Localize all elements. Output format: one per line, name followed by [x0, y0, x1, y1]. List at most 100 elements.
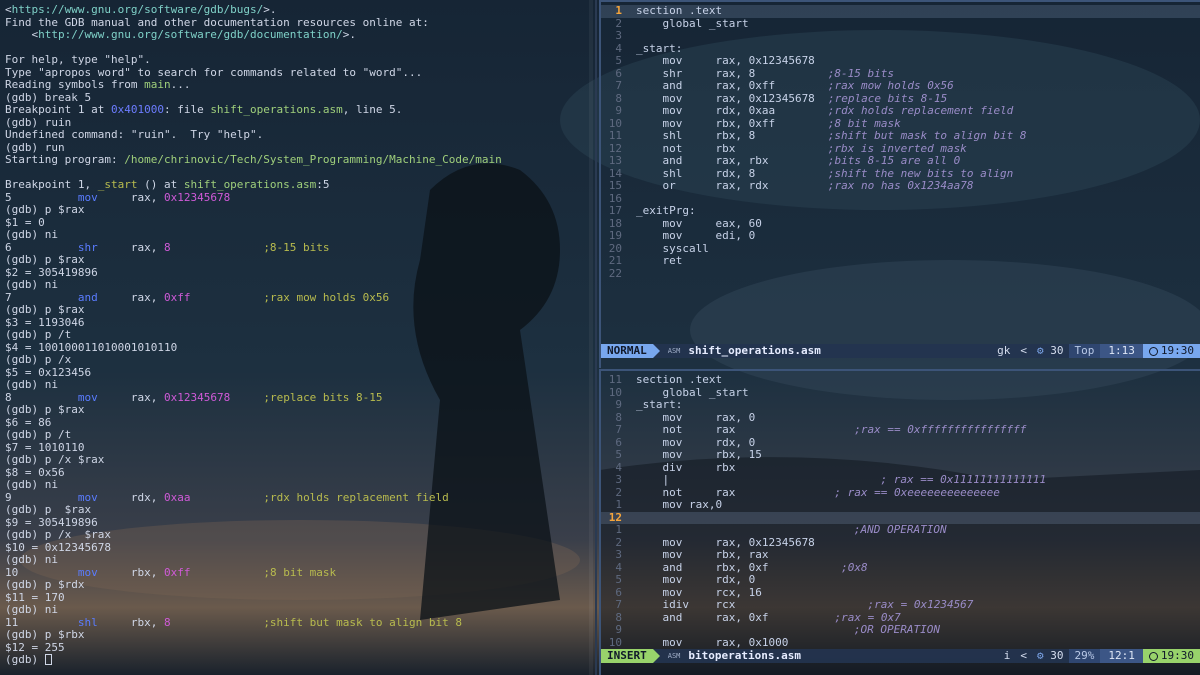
- gdb-text: rax,: [97, 240, 164, 254]
- code-line[interactable]: 22: [601, 267, 1200, 281]
- gdb-text: ;replace bits 8-15: [263, 390, 383, 404]
- filename-label: shift_operations.asm: [688, 343, 821, 357]
- code-line[interactable]: 13 and rax, rbx ;bits 8-15 are all 0: [601, 154, 1200, 168]
- gdb-line: $6 = 86: [5, 415, 595, 430]
- gdb-text: (gdb) p $rax: [5, 203, 85, 216]
- code-line[interactable]: 9 mov rdx, 0xaa ;rdx holds replacement fi…: [601, 104, 1200, 118]
- code-comment: ;rax = 0x1234567: [827, 598, 974, 611]
- line-number: 9: [615, 623, 622, 636]
- gdb-text: $6 = 86: [5, 415, 52, 429]
- code-line[interactable]: 11 shl rbx, 8 ;shift but mask to align bi…: [601, 129, 1200, 143]
- gdb-text: (gdb) ni: [5, 378, 58, 391]
- gdb-text: 8: [163, 615, 171, 629]
- gdb-text: , line 5.: [342, 103, 403, 116]
- gdb-text: >.: [342, 28, 357, 41]
- code-line[interactable]: 1 mov rax,0: [601, 498, 1200, 512]
- code-line[interactable]: 11 section .text: [601, 373, 1200, 387]
- line-number: 5: [615, 54, 622, 67]
- gdb-text: (gdb) p $rbx: [5, 628, 85, 641]
- gdb-text: Breakpoint 1,: [5, 178, 98, 191]
- code-text: mov rbx, rax: [636, 548, 769, 561]
- gdb-text: (gdb) ni: [5, 603, 58, 616]
- statusline-top: NORMAL ASM shift_operations.asm gk < ⚙ 3…: [601, 344, 1200, 358]
- code-line[interactable]: 3 mov rbx, rax: [601, 548, 1200, 562]
- code-line[interactable]: 5 mov rdx, 0: [601, 573, 1200, 587]
- gdb-text: (gdb) p /x $rax: [5, 453, 105, 466]
- code-line[interactable]: 15 or rax, rdx ;rax no has 0x1234aa78: [601, 179, 1200, 193]
- gdb-text: (gdb) run: [5, 140, 65, 154]
- editor-buffer[interactable]: 1 section .text 2 global _start 3 4 _start: 5 …: [601, 4, 1200, 281]
- cursor-position: 12:1: [1100, 649, 1143, 663]
- gdb-line: (gdb) p /x: [5, 353, 595, 367]
- editor-pane-bottom[interactable]: 11 section .text 10 global _start 9 _start: 8…: [599, 369, 1200, 675]
- code-line[interactable]: 1 ;AND OPERATION: [601, 523, 1200, 537]
- code-text: mov rax,0: [636, 498, 723, 511]
- gdb-line: 7 and rax, 0xff ;rax mow holds 0x56: [5, 291, 595, 305]
- gdb-text: 0xaa: [163, 490, 191, 504]
- code-line[interactable]: 5 mov rbx, 15: [601, 448, 1200, 462]
- gdb-terminal-pane[interactable]: <https://www.gnu.org/software/gdb/bugs/>…: [0, 0, 597, 675]
- gdb-text: _start: [97, 178, 138, 191]
- diagnostics-segment: ⚙ 30: [1032, 648, 1069, 663]
- code-text: and rax, rbx: [636, 154, 769, 167]
- gdb-line: (gdb) p /x $rax: [5, 453, 595, 467]
- gdb-text: [190, 291, 263, 304]
- gdb-line: (gdb) p /t: [5, 428, 595, 442]
- gdb-line: $4 = 100100011010001010110: [5, 341, 595, 355]
- gdb-text: [230, 391, 263, 404]
- separator-arrow: [652, 344, 660, 358]
- code-line[interactable]: 9 ;OR OPERATION: [601, 623, 1200, 637]
- gdb-scrollbar[interactable]: [589, 0, 593, 675]
- code-line[interactable]: 10 mov rax, 0x1000: [601, 635, 1200, 650]
- line-number: 3: [615, 548, 622, 561]
- gdb-text: Breakpoint 1 at: [5, 103, 111, 116]
- gdb-line: $5 = 0x123456: [5, 366, 595, 380]
- code-text: and rax, 0xf: [636, 610, 769, 624]
- code-text: global _start: [636, 16, 749, 30]
- line-number: 5: [615, 573, 622, 586]
- editor-pane-top[interactable]: 1 section .text 2 global _start 3 4 _start: 5 …: [599, 0, 1200, 368]
- line-number: 1: [615, 4, 622, 17]
- gdb-text: Find the GDB manual and other documentat…: [5, 15, 429, 29]
- gdb-text: rax,: [97, 390, 164, 404]
- gdb-line: Starting program: /home/chrinovic/Tech/S…: [5, 153, 595, 167]
- code-line[interactable]: 7 not rax ;rax == 0xffffffffffffffff: [601, 423, 1200, 437]
- gdb-line: 6 shr rax, 8 ;8-15 bits: [5, 240, 595, 255]
- line-number: 10: [608, 635, 622, 649]
- code-line[interactable]: 21 ret: [601, 254, 1200, 268]
- code-line[interactable]: 3: [601, 29, 1200, 43]
- gdb-text: Type "apropos word" to search for comman…: [5, 65, 423, 79]
- gdb-text: (gdb) p /x $rax: [5, 528, 111, 541]
- code-line[interactable]: 3 | ; rax == 0x11111111111111: [601, 473, 1200, 487]
- terminal-cursor: [44, 654, 52, 665]
- code-line[interactable]: 10 global _start: [601, 386, 1200, 400]
- gdb-text: Undefined command: "ruin". Try "help".: [5, 128, 264, 141]
- gdb-text: ;8 bit mask: [263, 565, 337, 579]
- code-comment: ;bits 8-15 are all 0: [827, 154, 961, 167]
- code-line[interactable]: 1 section .text: [601, 4, 1200, 18]
- code-line[interactable]: 7 and rax, 0xff ;rax mow holds 0x56: [601, 79, 1200, 93]
- code-line[interactable]: 9 _start:: [601, 398, 1200, 412]
- line-number: 17: [608, 204, 622, 217]
- code-line[interactable]: 17 _exitPrg:: [601, 204, 1200, 218]
- gdb-text: $11 = 170: [5, 590, 65, 604]
- editor-buffer[interactable]: 11 section .text 10 global _start 9 _start: 8…: [601, 373, 1200, 650]
- cursor-position: 1:13: [1100, 344, 1143, 358]
- code-text: or rax, rdx: [636, 179, 769, 192]
- code-line[interactable]: 20 syscall: [601, 242, 1200, 256]
- gdb-line: $10 = 0x12345678: [5, 541, 595, 555]
- gdb-text: <: [5, 3, 12, 16]
- gdb-text: (gdb): [5, 653, 45, 666]
- code-comment: ;rax mow holds 0x56: [827, 79, 954, 92]
- gdb-text: rax,: [97, 190, 164, 204]
- filetype-label: ASM: [667, 651, 681, 660]
- code-line[interactable]: 2 global _start: [601, 16, 1200, 31]
- gdb-text: (gdb) p /x: [5, 353, 72, 366]
- gdb-text: (gdb) p $rax: [5, 403, 85, 416]
- diagnostics-count: 30: [1050, 648, 1064, 662]
- code-line[interactable]: 5 mov rax, 0x12345678: [601, 54, 1200, 68]
- code-line[interactable]: 7 idiv rcx ;rax = 0x1234567: [601, 598, 1200, 612]
- gdb-text: (gdb) ni: [5, 478, 58, 491]
- gear-icon: ⚙: [1037, 648, 1044, 662]
- code-line[interactable]: 19 mov edi, 0: [601, 229, 1200, 243]
